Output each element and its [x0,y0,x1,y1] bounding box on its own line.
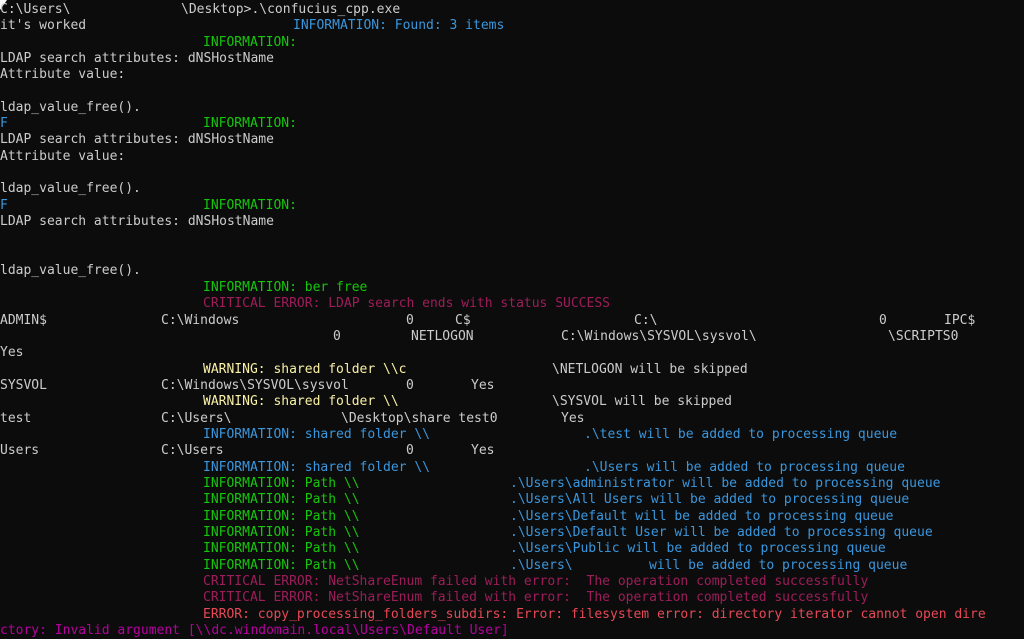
output-line: LDAP search attributes: dNSHostName [0,214,274,229]
warning-line: WARNING: shared folder \\ \SYSVOL will b… [203,394,733,409]
share-row: SYSVOL C:\Windows\SYSVOL\sysvol 0 Yes [0,378,495,393]
share-row: Users C:\Users 0 Yes [0,443,495,458]
output-line: F INFORMATION: [0,198,297,213]
output-line: Attribute value: [0,67,126,82]
share-row: test C:\Users\ \Desktop\share test0 Yes [0,411,585,426]
path-line: INFORMATION: Path \\ .\Users\administrat… [203,476,941,491]
path-line: INFORMATION: Path \\ .\Users\All Users w… [203,492,910,507]
terminal-window[interactable]: C:\Users\ \Desktop>.\confucius_cpp.exe i… [0,0,1024,639]
warning-line: WARNING: shared folder \\c \NETLOGON wil… [203,362,748,377]
output-line: INFORMATION: [203,35,297,50]
critical-error-line: CRITICAL ERROR: LDAP search ends with st… [203,296,610,311]
critical-error-line: CRITICAL ERROR: NetShareEnum failed with… [203,574,869,589]
output-line: it's worked INFORMATION: Found: 3 items [0,18,505,33]
share-row: ADMIN$ C:\Windows 0 C$ C:\ 0 IPC$ [0,313,976,328]
critical-error-line: CRITICAL ERROR: NetShareEnum failed with… [203,590,869,605]
path-line: INFORMATION: Path \\ .\Users\Default Use… [203,525,933,540]
path-line: INFORMATION: Path \\ .\Users\Public will… [203,541,886,556]
output-line: Attribute value: [0,149,126,164]
path-line: INFORMATION: Path \\ .\Users\Default wil… [203,509,894,524]
output-line: ldap_value_free(). [0,100,141,115]
error-line-wrap: ctory: Invalid argument [\\dc.windomain.… [0,623,509,638]
share-row: 0 NETLOGON C:\Windows\SYSVOL\sysvol\ \SC… [333,329,959,344]
output-line: LDAP search attributes: dNSHostName [0,51,274,66]
prompt-line: C:\Users\ \Desktop>.\confucius_cpp.exe [0,2,401,17]
output-line: LDAP search attributes: dNSHostName [0,132,274,147]
output-line: INFORMATION: ber free [203,280,368,295]
output-line: ldap_value_free(). [0,263,141,278]
path-line: INFORMATION: Path \\ .\Users\ will be ad… [203,558,908,573]
share-row: Yes [0,345,24,360]
info-line: INFORMATION: shared folder \\ .\Users wi… [203,460,905,475]
error-line: ERROR: copy_processing_folders_subdirs: … [203,607,986,622]
output-line: ldap_value_free(). [0,181,141,196]
output-line: F INFORMATION: [0,116,297,131]
info-line: INFORMATION: shared folder \\ .\test wil… [203,427,898,442]
